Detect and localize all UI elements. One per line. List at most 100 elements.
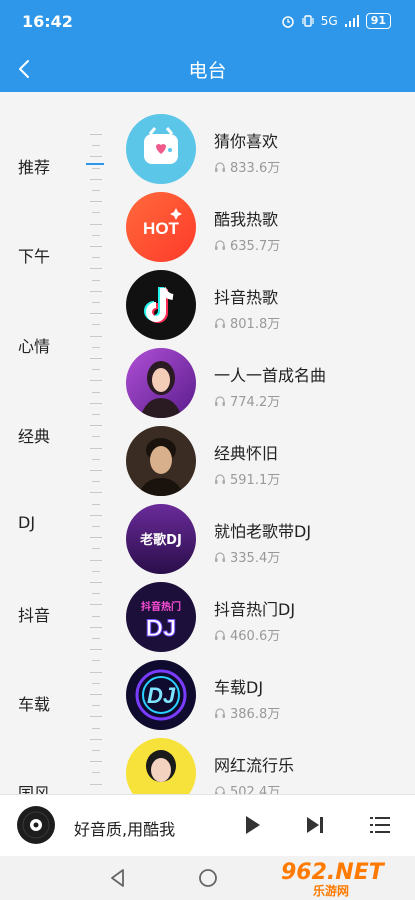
station-plays: 774.2万	[214, 391, 280, 410]
scroll-tick	[92, 548, 100, 550]
back-triangle-icon[interactable]	[106, 866, 130, 890]
singer-cover	[126, 348, 196, 418]
car-dj-cover-text: DJ	[147, 683, 176, 708]
scroll-tick	[90, 268, 102, 270]
status-time: 16:42	[22, 12, 73, 31]
scroll-tick	[92, 436, 100, 438]
scroll-tick	[90, 223, 102, 225]
station-name: 猜你喜欢	[214, 132, 279, 151]
scroll-tick	[90, 425, 102, 427]
scroll-tick	[90, 402, 102, 404]
category-xinqing[interactable]: 心情	[18, 333, 50, 357]
category-chezai[interactable]: 车载	[18, 691, 50, 715]
watermark: 962.NET 乐游网	[279, 858, 409, 898]
scroll-tick	[92, 638, 100, 639]
scroll-tick	[92, 346, 100, 348]
headphones-icon	[215, 239, 225, 250]
oldsong-dj-cover: 老歌DJ	[126, 504, 196, 574]
guess-cover	[126, 114, 196, 184]
scroll-tick	[90, 178, 102, 180]
scroll-tick	[90, 671, 102, 673]
disc-icon[interactable]	[16, 805, 56, 845]
scroll-tick	[90, 514, 102, 516]
scroll-tick	[90, 335, 102, 337]
plays-count: 635.7万	[230, 239, 281, 254]
station-item[interactable]: DJ 车载DJ 386.8万	[110, 660, 415, 738]
scroll-tick	[90, 761, 102, 763]
headphones-icon	[215, 707, 225, 718]
svg-text:DJ: DJ	[146, 615, 177, 642]
status-bar: 16:42 5G 91	[0, 0, 415, 44]
scroll-tick	[92, 705, 100, 707]
station-name: 抖音热门DJ	[214, 600, 296, 619]
category-guofeng[interactable]: 国风	[18, 780, 50, 794]
watermark-sub: 乐游网	[313, 884, 350, 898]
scroll-tick	[92, 593, 100, 595]
station-plays: 335.4万	[214, 547, 280, 566]
station-item[interactable]: 老歌DJ 就怕老歌带DJ 335.4万	[110, 504, 415, 582]
station-plays: 502.4万	[214, 781, 280, 794]
scroll-tick	[92, 302, 100, 303]
headphones-icon	[215, 629, 225, 640]
category-douyin[interactable]: 抖音	[18, 602, 50, 626]
scroll-tick	[92, 526, 100, 527]
headphones-icon	[215, 785, 225, 794]
plays-count: 833.6万	[230, 161, 281, 176]
station-plays: 833.6万	[214, 157, 280, 176]
scroll-tick	[92, 234, 100, 236]
station-item[interactable]: 抖音热歌 801.8万	[110, 270, 415, 348]
hot-cover: HOT	[126, 192, 196, 262]
station-item[interactable]: 经典怀旧 591.1万	[110, 426, 415, 504]
system-navbar: 962.NET 乐游网	[0, 856, 415, 900]
scroll-tick	[90, 626, 102, 628]
scroll-tick	[90, 738, 102, 740]
play-icon[interactable]	[238, 811, 266, 839]
station-item[interactable]: 一人一首成名曲 774.2万	[110, 348, 415, 426]
scroll-tick	[90, 156, 102, 158]
scroll-tick	[90, 201, 102, 203]
scroll-tick	[92, 414, 100, 415]
station-item[interactable]: 网红流行乐 502.4万	[110, 738, 415, 794]
home-circle-icon[interactable]	[196, 866, 220, 890]
station-plays: 386.8万	[214, 703, 280, 722]
category-dj[interactable]: DJ	[18, 513, 35, 532]
influencer-cover	[126, 738, 196, 794]
scroll-tick	[92, 279, 100, 281]
station-plays: 460.6万	[214, 625, 280, 644]
signal-icon	[344, 15, 359, 27]
plays-count: 460.6万	[230, 629, 281, 644]
scroll-tick	[90, 716, 102, 718]
mini-player[interactable]: 好音质,用酷我	[0, 794, 415, 856]
page-title: 电台	[188, 60, 227, 82]
station-name: 抖音热歌	[214, 288, 279, 307]
scroll-tick	[90, 783, 102, 785]
scroll-tick	[92, 660, 100, 662]
station-name: 酷我热歌	[214, 210, 279, 229]
station-item[interactable]: HOT 酷我热歌 635.7万	[110, 192, 415, 270]
plays-count: 386.8万	[230, 707, 281, 722]
scroll-ticks[interactable]	[86, 92, 106, 794]
category-xiawu[interactable]: 下午	[18, 243, 50, 267]
scroll-tick	[90, 649, 102, 651]
scroll-tick	[90, 358, 102, 359]
station-name: 经典怀旧	[214, 444, 279, 463]
scroll-tick	[92, 727, 100, 729]
tiktok-cover	[126, 270, 196, 340]
douyin-dj-cover: 抖音热门 DJ	[126, 582, 196, 652]
scroll-tick	[90, 537, 102, 539]
station-item[interactable]: 猜你喜欢 833.6万	[110, 114, 415, 192]
scroll-tick	[92, 570, 100, 572]
category-jingdian[interactable]: 经典	[18, 423, 50, 447]
vibrate-icon	[302, 15, 314, 27]
headphones-icon	[215, 161, 225, 172]
oldsong-cover-text: 老歌DJ	[139, 532, 182, 548]
scroll-tick	[92, 190, 100, 191]
category-sidebar: 推荐 下午 心情 经典 DJ 抖音 车载 国风	[0, 92, 110, 794]
next-icon[interactable]	[300, 811, 328, 839]
scroll-tick	[92, 481, 100, 483]
category-tuijian[interactable]: 推荐	[18, 154, 50, 178]
playlist-icon[interactable]	[366, 811, 394, 839]
scroll-tick	[90, 380, 102, 382]
station-item[interactable]: 抖音热门 DJ 抖音热门DJ 460.6万	[110, 582, 415, 660]
classic-cover	[126, 426, 196, 496]
